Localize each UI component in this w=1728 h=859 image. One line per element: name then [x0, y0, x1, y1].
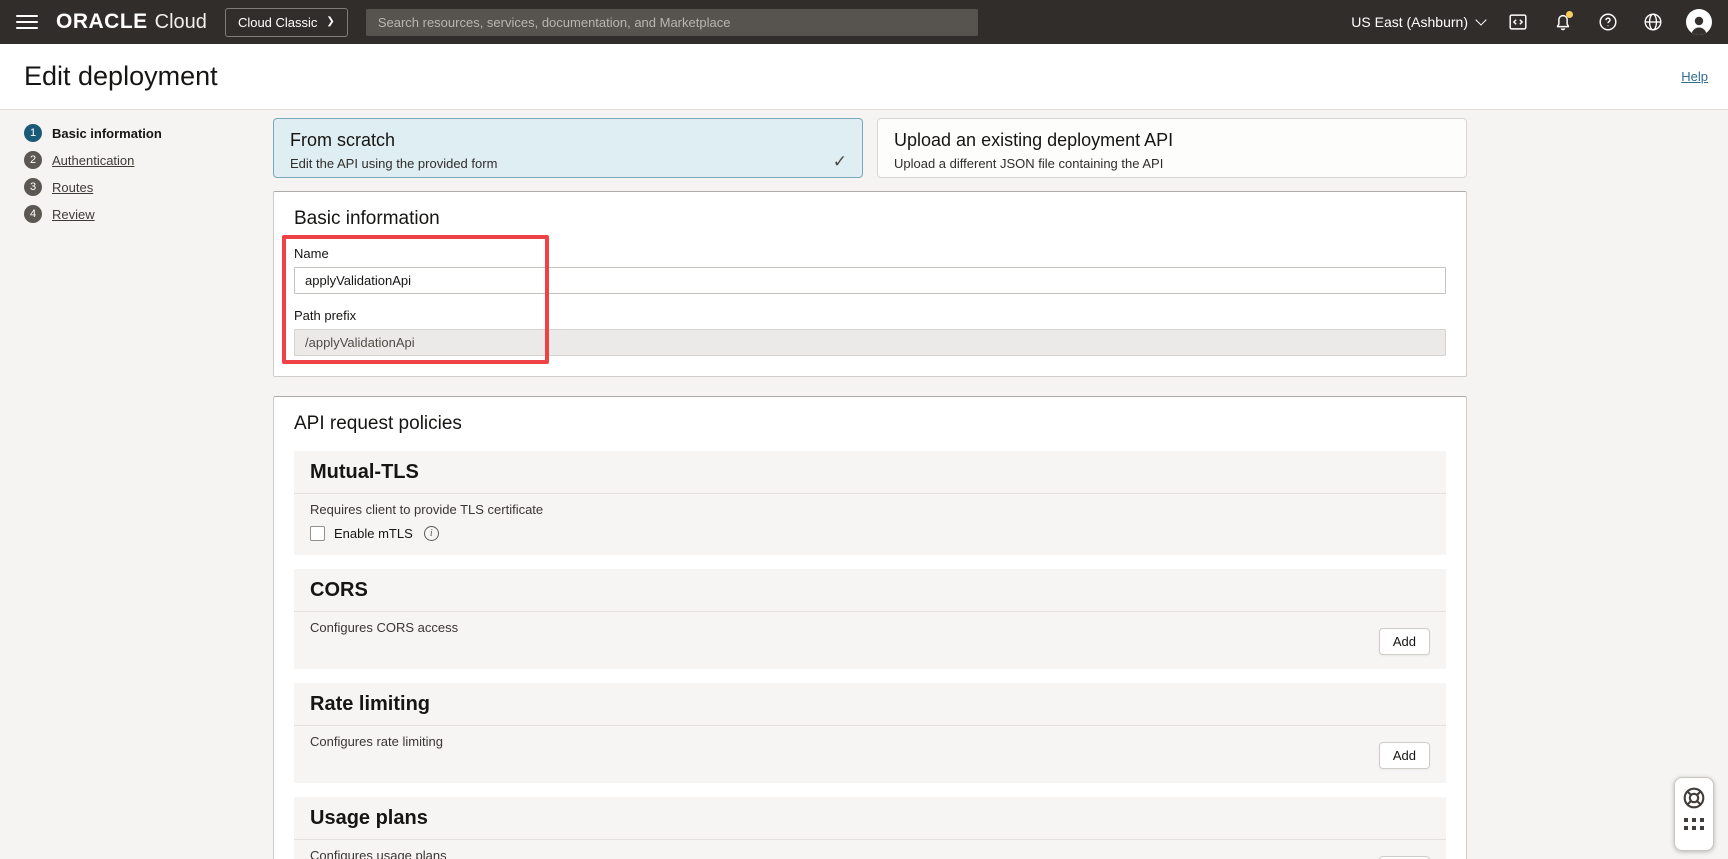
- step-number: 3: [24, 178, 42, 196]
- brand-oracle: ORACLE: [56, 10, 148, 34]
- stepper-item-review[interactable]: 4 Review: [24, 205, 273, 223]
- name-field-label: Name: [294, 246, 1446, 261]
- chevron-down-icon: [1475, 14, 1486, 25]
- mutual-tls-description: Requires client to provide TLS certifica…: [310, 502, 1430, 517]
- chevron-right-icon: ❯: [326, 17, 334, 27]
- info-icon[interactable]: i: [424, 526, 439, 541]
- support-widget[interactable]: [1674, 777, 1714, 851]
- step-label: Routes: [52, 180, 93, 195]
- mutual-tls-title: Mutual-TLS: [294, 451, 1446, 493]
- stepper-item-basic-information[interactable]: 1 Basic information: [24, 124, 273, 142]
- upload-card-title: Upload an existing deployment API: [894, 130, 1450, 151]
- check-icon: ✓: [833, 152, 847, 172]
- api-request-policies-title: API request policies: [294, 413, 1446, 435]
- cloud-classic-label: Cloud Classic: [238, 15, 317, 30]
- name-input[interactable]: [294, 267, 1446, 294]
- from-scratch-card[interactable]: From scratch Edit the API using the prov…: [273, 118, 863, 178]
- upload-existing-api-card[interactable]: Upload an existing deployment API Upload…: [877, 118, 1467, 178]
- wizard-stepper: 1 Basic information 2 Authentication 3 R…: [24, 118, 273, 859]
- policy-rate-limiting: Rate limiting Configures rate limiting A…: [294, 683, 1446, 783]
- step-number: 1: [24, 124, 42, 142]
- search-input[interactable]: [366, 9, 978, 36]
- cors-add-button[interactable]: Add: [1379, 628, 1430, 655]
- rate-limiting-add-button[interactable]: Add: [1379, 742, 1430, 769]
- menu-icon[interactable]: [16, 15, 38, 29]
- step-label: Review: [52, 207, 95, 222]
- profile-avatar[interactable]: [1686, 9, 1712, 35]
- help-link[interactable]: Help: [1681, 69, 1708, 84]
- step-label: Authentication: [52, 153, 134, 168]
- notification-badge: [1566, 11, 1573, 18]
- stepper-item-routes[interactable]: 3 Routes: [24, 178, 273, 196]
- page-title: Edit deployment: [24, 61, 218, 92]
- brand-cloud: Cloud: [155, 11, 207, 34]
- upload-card-subtitle: Upload a different JSON file containing …: [894, 156, 1450, 171]
- usage-plans-title: Usage plans: [294, 797, 1446, 839]
- enable-mtls-checkbox[interactable]: [310, 526, 325, 541]
- language-globe-icon[interactable]: [1641, 10, 1665, 34]
- rate-limiting-title: Rate limiting: [294, 683, 1446, 725]
- step-label: Basic information: [52, 126, 162, 141]
- api-request-policies-panel: API request policies Mutual-TLS Requires…: [273, 396, 1467, 859]
- cloud-classic-button[interactable]: Cloud Classic ❯: [225, 8, 348, 37]
- enable-mtls-label: Enable mTLS: [334, 526, 413, 541]
- life-ring-icon: [1681, 785, 1707, 811]
- basic-information-panel: Basic information Name Path prefix: [273, 191, 1467, 377]
- usage-plans-description: Configures usage plans: [310, 848, 447, 859]
- step-number: 4: [24, 205, 42, 223]
- topbar: ORACLE Cloud Cloud Classic ❯ US East (As…: [0, 0, 1728, 44]
- path-prefix-input: [294, 329, 1446, 356]
- basic-information-title: Basic information: [294, 208, 1446, 230]
- page-header: Edit deployment Help: [0, 44, 1728, 110]
- step-number: 2: [24, 151, 42, 169]
- policy-usage-plans: Usage plans Configures usage plans Add: [294, 797, 1446, 859]
- cors-description: Configures CORS access: [310, 620, 458, 635]
- rate-limiting-description: Configures rate limiting: [310, 734, 443, 749]
- policy-cors: CORS Configures CORS access Add: [294, 569, 1446, 669]
- region-label: US East (Ashburn): [1351, 14, 1468, 30]
- policy-mutual-tls: Mutual-TLS Requires client to provide TL…: [294, 451, 1446, 555]
- drag-dots-icon: [1684, 818, 1704, 830]
- region-selector[interactable]: US East (Ashburn): [1351, 14, 1485, 30]
- help-icon[interactable]: [1596, 10, 1620, 34]
- from-scratch-subtitle: Edit the API using the provided form: [290, 156, 846, 171]
- path-prefix-label: Path prefix: [294, 308, 1446, 323]
- stepper-item-authentication[interactable]: 2 Authentication: [24, 151, 273, 169]
- cors-title: CORS: [294, 569, 1446, 611]
- from-scratch-title: From scratch: [290, 130, 846, 151]
- notifications-bell-icon[interactable]: [1551, 10, 1575, 34]
- developer-tools-icon[interactable]: [1506, 10, 1530, 34]
- oracle-cloud-logo[interactable]: ORACLE Cloud: [56, 10, 207, 34]
- api-source-cards: From scratch Edit the API using the prov…: [273, 118, 1467, 178]
